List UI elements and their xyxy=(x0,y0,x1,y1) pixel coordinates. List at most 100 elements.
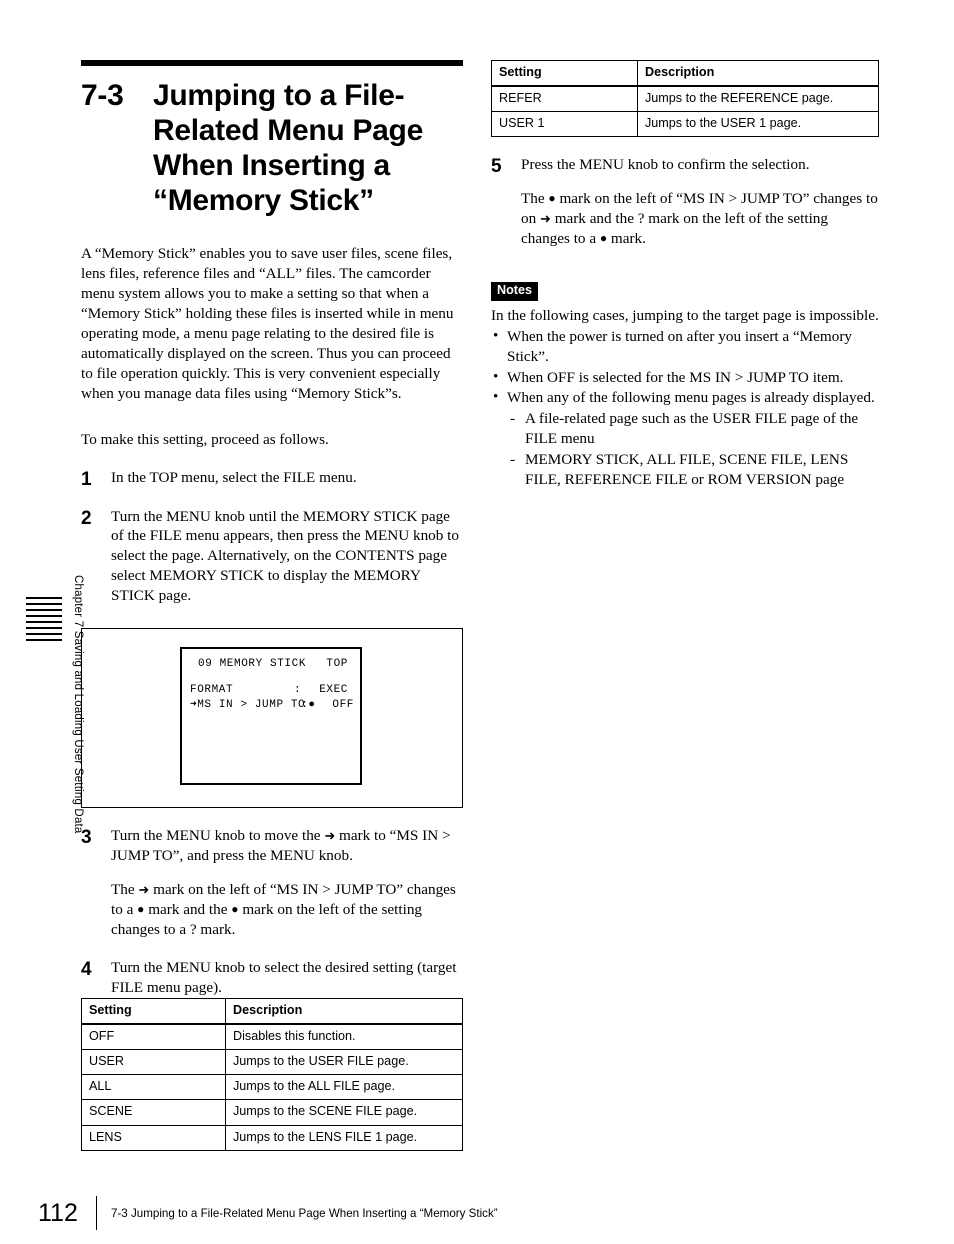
step-3-body: Turn the MENU knob to move the ➜ mark to… xyxy=(111,826,463,940)
lcd-page-corner: TOP xyxy=(326,658,348,671)
table-row: OFF Disables this function. xyxy=(81,1023,463,1051)
step-3-text: Turn the MENU knob to move the ➜ mark to… xyxy=(111,826,463,866)
table-cell-setting: USER xyxy=(81,1049,226,1076)
table-row: USER Jumps to the USER FILE page. xyxy=(81,1049,463,1076)
table-header-description: Description xyxy=(637,60,879,88)
table-row: LENS Jumps to the LENS FILE 1 page. xyxy=(81,1124,463,1151)
lcd-page-number: 09 xyxy=(198,658,213,671)
footer-page-number: 112 xyxy=(38,1198,78,1227)
notes-list: • When the power is turned on after you i… xyxy=(491,327,879,490)
notes-sublist: -A file-related page such as the USER FI… xyxy=(507,409,879,490)
lcd-row-jumpto: ➜ MS IN > JUMP TO:● OFF xyxy=(188,698,354,713)
lcd-name-1: MS IN > JUMP TO xyxy=(197,698,306,711)
heading-rule xyxy=(81,60,463,66)
table-cell-description: Jumps to the LENS FILE 1 page. xyxy=(225,1124,463,1151)
lcd-figure: 09 MEMORY STICK TOP FORMAT: EXEC ➜ MS IN >… xyxy=(81,628,463,809)
step-3-sub-c: mark and the xyxy=(144,900,232,918)
step-4-number: 4 xyxy=(81,958,92,980)
notes-subitem-text: A file-related page such as the USER FIL… xyxy=(525,410,859,448)
intro-paragraph-2: To make this setting, proceed as follows… xyxy=(81,430,329,448)
step-5-body: Press the MENU knob to confirm the selec… xyxy=(521,155,879,249)
table-header-setting: Setting xyxy=(491,60,638,88)
lcd-page-heading: 09 MEMORY STICK xyxy=(198,657,306,672)
lcd-page-title: MEMORY STICK xyxy=(219,658,307,671)
table-cell-description: Jumps to the REFERENCE page. xyxy=(637,85,879,113)
left-column: 7-3 Jumping to a File-Related Menu Page … xyxy=(81,60,463,997)
dash-icon: - xyxy=(510,410,516,428)
page-title: 7-3 Jumping to a File-Related Menu Page … xyxy=(81,78,463,218)
lcd-colon-1: :● xyxy=(301,698,316,711)
dot-icon: ● xyxy=(548,191,556,206)
step-3-sub-a: The xyxy=(111,880,139,898)
step-5-number: 5 xyxy=(491,156,502,178)
notes-block: Notes In the following cases, jumping to… xyxy=(491,281,879,490)
table-cell-setting: LENS xyxy=(81,1124,226,1151)
step-1: 1 In the TOP menu, select the FILE menu. xyxy=(81,468,463,489)
notes-intro: In the following cases, jumping to the t… xyxy=(491,306,879,324)
footer-running-title: 7-3 Jumping to a File-Related Menu Page … xyxy=(111,1206,498,1220)
list-item: • When any of the following menu pages is… xyxy=(491,388,879,490)
page-footer: 112 7-3 Jumping to a File-Related Menu P… xyxy=(38,1196,498,1230)
notes-body: In the following cases, jumping to the t… xyxy=(491,306,879,490)
heading-title-text: Jumping to a File-Related Menu Page When… xyxy=(153,79,423,218)
arrow-icon: ➜ xyxy=(324,828,336,844)
lcd-title-row: 09 MEMORY STICK TOP xyxy=(188,657,354,672)
table-header-description: Description xyxy=(225,998,463,1026)
table-row: SCENE Jumps to the SCENE FILE page. xyxy=(81,1099,463,1126)
settings-table-left: Setting Description OFF Disables this fu… xyxy=(81,998,463,1151)
lcd-value-1: OFF xyxy=(332,698,354,711)
step-5-sub-a: The xyxy=(521,190,549,208)
step-1-number: 1 xyxy=(81,468,92,490)
table-cell-description: Jumps to the USER FILE page. xyxy=(225,1049,463,1076)
table-cell-setting: OFF xyxy=(81,1023,226,1051)
notes-subitem-text: MEMORY STICK, ALL FILE, SCENE FILE, LENS… xyxy=(525,451,849,489)
bullet-icon: • xyxy=(493,326,499,344)
notes-badge: Notes xyxy=(491,281,538,301)
chapter-side-tab: Chapter 7 Saving and Loading User Settin… xyxy=(26,575,84,834)
lcd-cursor-1: ➜ xyxy=(190,698,198,711)
list-item: • When the power is turned on after you i… xyxy=(491,327,879,367)
step-2: 2 Turn the MENU knob until the MEMORY ST… xyxy=(81,507,463,607)
step-2-text: Turn the MENU knob until the MEMORY STIC… xyxy=(111,507,459,605)
document-page: Chapter 7 Saving and Loading User Settin… xyxy=(0,0,954,1244)
side-tab-stripes xyxy=(26,597,62,643)
table-row: ALL Jumps to the ALL FILE page. xyxy=(81,1074,463,1101)
intro-paragraph-1: A “Memory Stick” enables you to save use… xyxy=(81,245,454,402)
table-cell-setting: USER 1 xyxy=(491,111,638,138)
notes-item-text: When OFF is selected for the MS IN > JUM… xyxy=(507,368,844,386)
heading-section-number: 7-3 xyxy=(81,79,124,112)
table-row: USER 1 Jumps to the USER 1 page. xyxy=(491,111,879,138)
step-5-sub-c: mark and the ? mark on the left of the s… xyxy=(521,210,828,248)
arrow-icon: ➜ xyxy=(539,211,551,227)
step-5-sub-d: mark. xyxy=(607,230,646,248)
table-cell-description: Jumps to the USER 1 page. xyxy=(637,111,879,138)
step-3-text-a: Turn the MENU knob to move the xyxy=(111,827,325,845)
step-5: 5 Press the MENU knob to confirm the sel… xyxy=(491,155,879,249)
step-3: 3 Turn the MENU knob to move the ➜ mark … xyxy=(81,826,463,940)
table-cell-setting: ALL xyxy=(81,1074,226,1101)
lcd-value-0: EXEC xyxy=(319,683,348,696)
notes-item-text: When the power is turned on after you in… xyxy=(507,327,852,365)
arrow-icon: ➜ xyxy=(138,881,150,897)
footer-divider xyxy=(96,1196,97,1230)
step-4-text: Turn the MENU knob to select the desired… xyxy=(111,958,457,996)
step-3-number: 3 xyxy=(81,827,92,849)
bullet-icon: • xyxy=(493,367,499,385)
list-item: - MEMORY STICK, ALL FILE, SCENE FILE, LEN… xyxy=(507,450,879,490)
table-row: REFER Jumps to the REFERENCE page. xyxy=(491,85,879,113)
table-cell-description: Jumps to the SCENE FILE page. xyxy=(225,1099,463,1126)
list-item: -A file-related page such as the USER FI… xyxy=(507,409,879,449)
step-1-text: In the TOP menu, select the FILE menu. xyxy=(111,468,357,486)
settings-table-left-wrapper: Setting Description OFF Disables this fu… xyxy=(81,998,463,1151)
right-column: Setting Description REFER Jumps to the R… xyxy=(491,60,879,490)
table-header-setting: Setting xyxy=(81,998,226,1026)
dot-icon: ● xyxy=(231,901,239,916)
bullet-icon: • xyxy=(493,388,499,406)
step-4: 4 Turn the MENU knob to select the desir… xyxy=(81,958,463,998)
lcd-row-format: FORMAT: EXEC xyxy=(188,683,354,698)
table-cell-setting: REFER xyxy=(491,85,638,113)
table-header-row: Setting Description xyxy=(81,998,463,1026)
settings-table-right: Setting Description REFER Jumps to the R… xyxy=(491,60,879,138)
step-5-subtext: The ● mark on the left of “MS IN > JUMP … xyxy=(521,189,879,249)
lcd-screen: 09 MEMORY STICK TOP FORMAT: EXEC ➜ MS IN >… xyxy=(180,647,362,786)
